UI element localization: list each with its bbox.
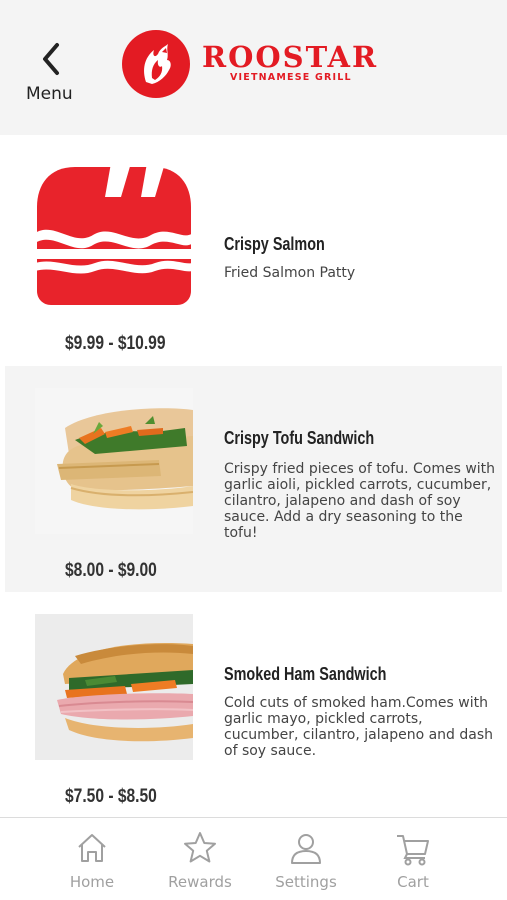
item-price: $8.00 - $9.00 [65, 560, 157, 581]
rooster-logo-icon [122, 30, 190, 98]
chevron-left-icon [43, 43, 59, 75]
tab-label: Home [69, 873, 115, 891]
bottom-tab-bar: Home Rewards Settings Cart [0, 817, 507, 900]
back-button[interactable]: Menu [22, 38, 86, 108]
star-icon [184, 832, 216, 863]
item-description: Crispy fried pieces of tofu. Comes with … [224, 461, 496, 541]
item-name: Crispy Tofu Sandwich [224, 428, 375, 448]
ham-sandwich-photo [35, 614, 193, 760]
tab-label: Settings [275, 873, 337, 891]
item-name: Smoked Ham Sandwich [224, 664, 387, 684]
brand-name: ROOSTAR [202, 40, 379, 74]
brand-tagline: VIETNAMESE GRILL [230, 72, 352, 83]
roostar-logo: ROOSTAR VIETNAMESE GRILL [122, 28, 392, 100]
back-label: Menu [26, 84, 73, 104]
tab-label: Rewards [168, 873, 232, 891]
user-icon [291, 834, 321, 864]
cart-icon [397, 835, 429, 866]
item-price: $7.50 - $8.50 [65, 786, 157, 807]
tab-settings[interactable]: Settings [251, 818, 361, 900]
menu-item[interactable]: Smoked Ham Sandwich Cold cuts of smoked … [5, 592, 502, 818]
item-description: Cold cuts of smoked ham.Comes with garli… [224, 695, 494, 759]
tab-home[interactable]: Home [37, 818, 147, 900]
sandwich-placeholder-icon [35, 163, 193, 309]
tab-label: Cart [397, 873, 429, 891]
menu-item[interactable]: Crispy Salmon Fried Salmon Patty $9.99 -… [5, 141, 502, 367]
tab-rewards[interactable]: Rewards [145, 818, 255, 900]
tofu-sandwich-photo [35, 388, 193, 534]
item-name: Crispy Salmon [224, 234, 325, 254]
home-icon [78, 834, 106, 862]
item-description: Fried Salmon Patty [224, 265, 356, 281]
menu-item[interactable]: Crispy Tofu Sandwich Crispy fried pieces… [5, 366, 502, 592]
item-price: $9.99 - $10.99 [65, 333, 166, 354]
app-header: Menu ROOSTAR VIETNAMESE GRILL [0, 0, 507, 135]
tab-cart[interactable]: Cart [358, 818, 468, 900]
